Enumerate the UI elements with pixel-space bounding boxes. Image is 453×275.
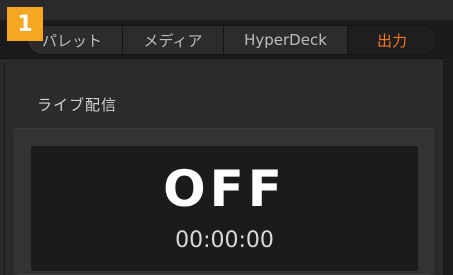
live-stream-section-title: ライブ配信 xyxy=(37,96,118,114)
callout-number-badge: 1 xyxy=(7,7,43,41)
tab-output[interactable]: 出力 xyxy=(348,26,436,54)
stream-status-text: OFF xyxy=(163,160,286,218)
atem-software-control-window: 1 パレット メディア HyperDeck 出力 ライブ配信 OFF 00:00… xyxy=(0,0,453,275)
tab-bar: パレット メディア HyperDeck 出力 xyxy=(0,20,453,59)
tab-hyperdeck[interactable]: HyperDeck xyxy=(224,26,348,54)
tab-group: パレット メディア HyperDeck 出力 xyxy=(27,25,437,55)
tab-media[interactable]: メディア xyxy=(123,26,224,54)
stream-status-display: OFF 00:00:00 xyxy=(31,146,418,271)
panel-scrollbar[interactable] xyxy=(443,58,453,275)
stream-timecode: 00:00:00 xyxy=(175,228,274,253)
